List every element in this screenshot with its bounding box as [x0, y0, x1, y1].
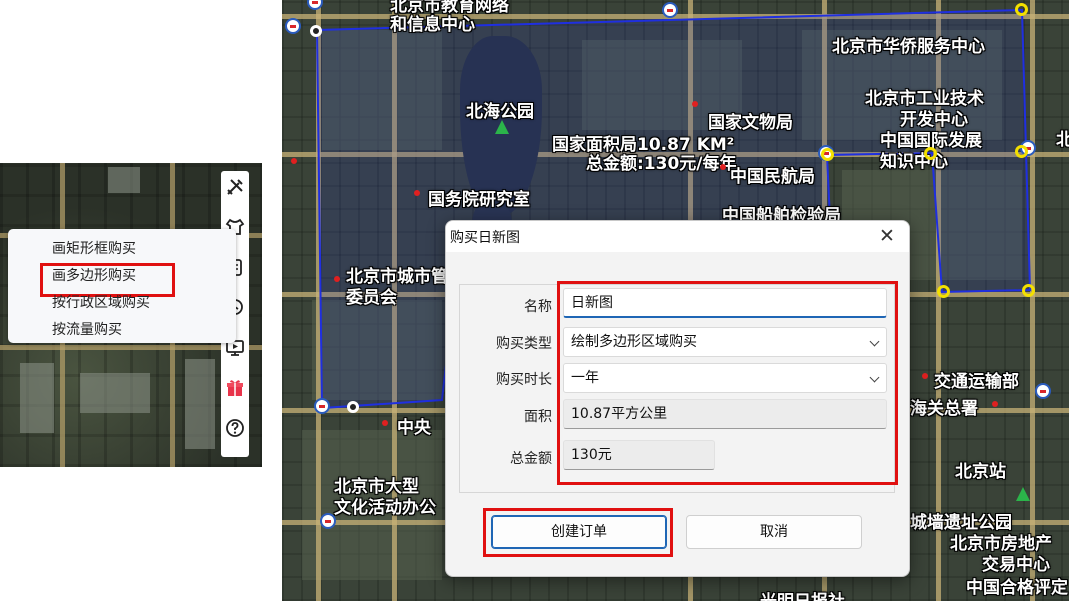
polygon-vertex[interactable]: [937, 285, 950, 298]
polygon-vertex[interactable]: [1015, 145, 1028, 158]
metro-icon: [1035, 383, 1051, 399]
polygon-vertex[interactable]: [924, 147, 937, 160]
metro-icon: [314, 398, 330, 414]
poi-dot: [291, 158, 297, 164]
map-label: 北京市华侨服务中心: [832, 37, 985, 57]
map-label: 北海公园: [466, 102, 534, 122]
poi-dot: [382, 420, 388, 426]
map-label: 交通运输部: [934, 372, 1019, 392]
polygon-vertex[interactable]: [310, 25, 322, 37]
menu-item-rectangle-purchase[interactable]: 画矩形框购买: [8, 236, 236, 263]
gift-icon[interactable]: [223, 376, 247, 399]
poi-dot: [992, 401, 998, 407]
map-label: 北京站: [955, 462, 1006, 482]
total-amount-label: 总金额: [510, 451, 552, 467]
dialog-title: 购买日新图: [450, 229, 520, 246]
polygon-vertex[interactable]: [1015, 3, 1028, 16]
park-icon: [495, 120, 509, 134]
purchase-type-label: 购买类型: [496, 336, 552, 352]
menu-item-traffic-purchase[interactable]: 按流量购买: [8, 317, 236, 344]
close-icon[interactable]: ✕: [877, 226, 897, 246]
poi-dot: [720, 164, 726, 170]
map-label: 委员会: [346, 288, 397, 308]
map-label: 北: [1056, 130, 1069, 150]
map-building: [185, 359, 215, 449]
name-label: 名称: [524, 299, 552, 315]
map-label: 光明日报社: [760, 587, 845, 601]
purchase-dialog: 购买日新图 ✕ 名称 日新图 购买类型 绘制多边形区域购买 购买时长 一年 面积…: [445, 220, 910, 577]
polygon-vertex[interactable]: [1022, 284, 1035, 297]
poi-dot: [922, 373, 928, 379]
purchase-duration-label: 购买时长: [496, 372, 552, 388]
map-building: [20, 363, 54, 433]
poi-dot: [692, 101, 698, 107]
map-label: 交易中心: [982, 555, 1050, 575]
help-icon[interactable]: [223, 417, 247, 440]
dialog-titlebar: 购买日新图 ✕: [446, 221, 909, 252]
purchase-context-menu: 画矩形框购买 画多边形购买 按行政区域购买 按流量购买: [8, 229, 236, 343]
menu-item-polygon-purchase[interactable]: 画多边形购买: [8, 263, 236, 297]
map-label: 中央: [397, 418, 431, 438]
map-label: 知识中心: [880, 152, 948, 172]
amount-overlay-label: 总金额:130元/每年: [586, 154, 737, 174]
button-highlight-frame: [483, 508, 673, 557]
metro-icon: [285, 18, 301, 34]
metro-icon: [662, 2, 678, 18]
map-label: 国务院研究室: [428, 190, 530, 210]
cancel-button[interactable]: 取消: [686, 515, 862, 549]
map-label: 中国民航局: [730, 167, 815, 187]
map-label: 中国合格评定: [966, 578, 1068, 598]
map-label: 海关总署: [910, 399, 978, 419]
map-label: 文化活动办公: [334, 498, 436, 518]
park-icon: [1016, 487, 1030, 501]
map-building: [108, 167, 140, 193]
polygon-vertex[interactable]: [347, 401, 359, 413]
map-building: [80, 373, 150, 413]
tools-icon[interactable]: [223, 175, 247, 198]
polygon-vertex[interactable]: [821, 148, 834, 161]
metro-icon: [320, 513, 336, 529]
form-highlight-frame: [557, 281, 898, 485]
poi-dot: [334, 276, 340, 282]
poi-dot: [414, 190, 420, 196]
menu-item-admin-region-purchase[interactable]: 按行政区域购买: [8, 290, 236, 317]
area-label: 面积: [524, 409, 552, 425]
map-label: 和信息中心: [390, 15, 475, 35]
